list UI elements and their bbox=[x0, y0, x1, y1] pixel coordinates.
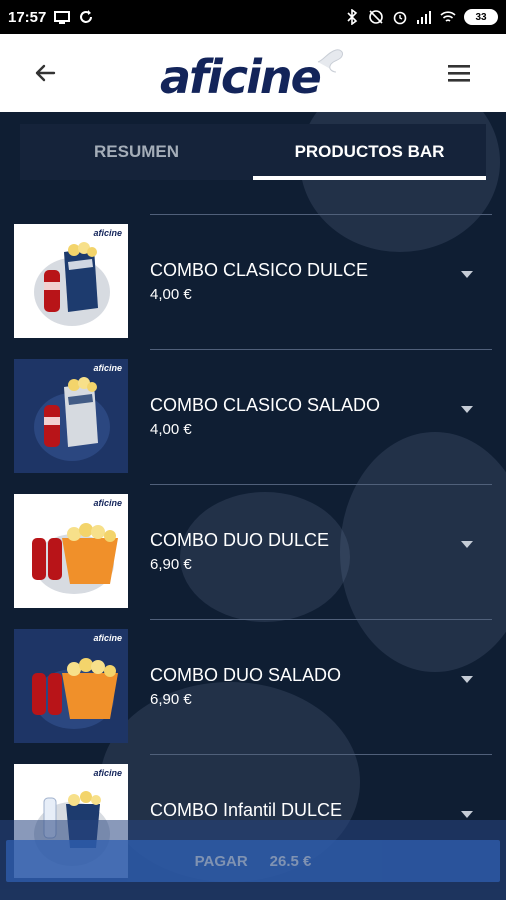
product-item[interactable]: aficine COMBO DUO DULCE 6,90 € bbox=[0, 484, 506, 619]
product-price: 6,90 € bbox=[150, 556, 192, 573]
product-list: aficine COMBO CLASICO DULCE 4,00 € afici… bbox=[0, 214, 506, 889]
back-arrow-icon[interactable] bbox=[28, 56, 62, 90]
product-thumbnail: aficine bbox=[14, 629, 128, 743]
product-thumbnail: aficine bbox=[14, 224, 128, 338]
product-item[interactable]: aficine COMBO DUO SALADO 6,90 € bbox=[0, 619, 506, 754]
pay-bar: PAGAR 26.5 € bbox=[0, 820, 506, 900]
divider bbox=[150, 214, 492, 215]
wifi-icon bbox=[440, 11, 456, 22]
product-name: COMBO DUO SALADO bbox=[150, 665, 342, 685]
tab-resumen[interactable]: RESUMEN bbox=[20, 124, 253, 180]
main-content: RESUMEN PRODUCTOS BAR aficine COMBO CLAS… bbox=[0, 112, 506, 900]
thumb-brand-label: aficine bbox=[93, 363, 122, 373]
hamburger-menu-icon[interactable] bbox=[442, 56, 476, 90]
app-bar: aficine bbox=[0, 34, 506, 112]
logo-swirl-icon bbox=[317, 49, 343, 73]
pay-label: PAGAR bbox=[194, 852, 248, 870]
product-name: COMBO DUO DULCE bbox=[150, 530, 330, 550]
sync-icon bbox=[80, 10, 93, 23]
status-bar: 17:57 33 bbox=[0, 0, 506, 34]
bluetooth-icon bbox=[347, 9, 358, 25]
product-item[interactable]: aficine COMBO CLASICO SALADO 4,00 € bbox=[0, 349, 506, 484]
aficine-logo: aficine bbox=[160, 50, 322, 104]
thumb-brand-label: aficine bbox=[93, 768, 122, 778]
product-name: COMBO CLASICO SALADO bbox=[150, 395, 381, 415]
thumb-brand-label: aficine bbox=[93, 633, 122, 643]
divider bbox=[150, 484, 492, 485]
chevron-down-icon[interactable] bbox=[459, 671, 475, 687]
product-name: COMBO CLASICO DULCE bbox=[150, 260, 369, 280]
product-price: 6,90 € bbox=[150, 691, 192, 708]
chevron-down-icon[interactable] bbox=[459, 401, 475, 417]
chevron-down-icon[interactable] bbox=[459, 266, 475, 282]
product-price: 4,00 € bbox=[150, 286, 192, 303]
battery-indicator: 33 bbox=[464, 9, 498, 25]
screen-icon bbox=[54, 11, 71, 24]
dnd-icon bbox=[369, 10, 383, 24]
product-thumbnail: aficine bbox=[14, 494, 128, 608]
alarm-icon bbox=[393, 11, 407, 25]
product-item[interactable]: aficine COMBO CLASICO DULCE 4,00 € bbox=[0, 214, 506, 349]
pay-amount: 26.5 € bbox=[269, 852, 312, 870]
status-time: 17:57 bbox=[8, 8, 47, 26]
signal-icon bbox=[417, 11, 431, 24]
tab-productos-bar[interactable]: PRODUCTOS BAR bbox=[253, 124, 486, 180]
chevron-down-icon[interactable] bbox=[459, 536, 475, 552]
product-thumbnail: aficine bbox=[14, 359, 128, 473]
divider bbox=[150, 619, 492, 620]
divider bbox=[150, 754, 492, 755]
divider bbox=[150, 349, 492, 350]
product-price: 4,00 € bbox=[150, 421, 192, 438]
thumb-brand-label: aficine bbox=[93, 498, 122, 508]
pay-button[interactable]: PAGAR 26.5 € bbox=[6, 840, 500, 882]
product-name: COMBO Infantil DULCE bbox=[150, 800, 343, 820]
tab-bar: RESUMEN PRODUCTOS BAR bbox=[20, 124, 486, 180]
thumb-brand-label: aficine bbox=[93, 228, 122, 238]
